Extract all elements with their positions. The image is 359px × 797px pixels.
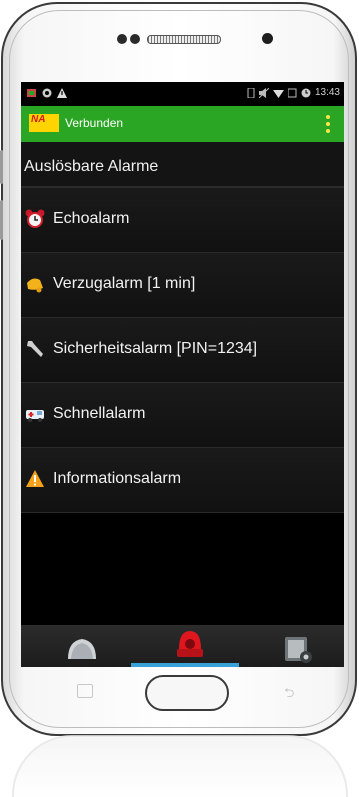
alarm-item-quick[interactable]: Schnellalarm (21, 383, 344, 448)
alarm-clock-icon (25, 209, 45, 228)
tab-helmet[interactable] (21, 625, 128, 667)
ambulance-icon (26, 410, 44, 422)
tab-device-settings[interactable] (237, 625, 344, 667)
recent-apps-button[interactable] (77, 684, 93, 698)
section-title: Auslösbare Alarme (24, 158, 159, 175)
front-sensor (117, 34, 127, 44)
warning-icon (57, 88, 67, 98)
alarm-beacon-icon (177, 631, 203, 657)
helmet-icon (68, 639, 96, 659)
tab-alarm[interactable] (129, 625, 236, 667)
mute-icon (258, 87, 269, 98)
wrench-icon (27, 341, 43, 357)
alarm-item-delay[interactable]: Verzugalarm [1 min] (21, 253, 344, 318)
alarm-item-label: Verzugalarm [1 min] (53, 275, 196, 292)
wifi-icon (272, 89, 284, 98)
bell-icon (27, 278, 43, 293)
alarm-item-label: Echoalarm (53, 210, 130, 227)
alarm-item-label: Informationsalarm (53, 470, 182, 487)
alarm-item-security[interactable]: Sicherheitsalarm [PIN=1234] (21, 318, 344, 383)
tab-selected-indicator (131, 663, 239, 667)
action-bar: NA Verbunden (21, 106, 344, 142)
home-button[interactable] (145, 675, 229, 711)
front-camera (262, 33, 273, 44)
bottom-tab-bar (21, 625, 344, 667)
overflow-menu-icon[interactable] (326, 115, 330, 133)
side-button (0, 150, 3, 184)
signal-icon (287, 88, 297, 97)
alarm-list: Echoalarm Verzugalarm [1 min] Sicherheit… (21, 188, 344, 513)
app-icon (42, 88, 52, 98)
alarm-item-info[interactable]: Informationsalarm (21, 448, 344, 513)
back-button[interactable]: ⮌ (284, 684, 294, 706)
notification-icon (27, 89, 36, 97)
earpiece-speaker (147, 35, 221, 44)
warning-triangle-icon (26, 470, 44, 487)
side-button (0, 200, 3, 240)
phone-reflection (12, 735, 348, 797)
connection-status-title: Verbunden (65, 116, 124, 130)
status-bar: 13:43 (21, 82, 344, 106)
app-logo[interactable]: NA (29, 114, 59, 132)
device-settings-icon (285, 637, 312, 663)
alarm-clock-icon (301, 88, 311, 97)
alarm-item-label: Sicherheitsalarm [PIN=1234] (53, 340, 258, 357)
status-time: 13:43 (314, 87, 340, 98)
phone-screen: 13:43 NA Verbunden Auslösbare Alarme Ech… (21, 82, 344, 667)
section-header: Auslösbare Alarme (21, 142, 344, 188)
alarm-item-echo[interactable]: Echoalarm (21, 188, 344, 253)
vibrate-icon (247, 87, 255, 98)
front-sensor (130, 34, 140, 44)
alarm-item-label: Schnellalarm (53, 405, 146, 422)
